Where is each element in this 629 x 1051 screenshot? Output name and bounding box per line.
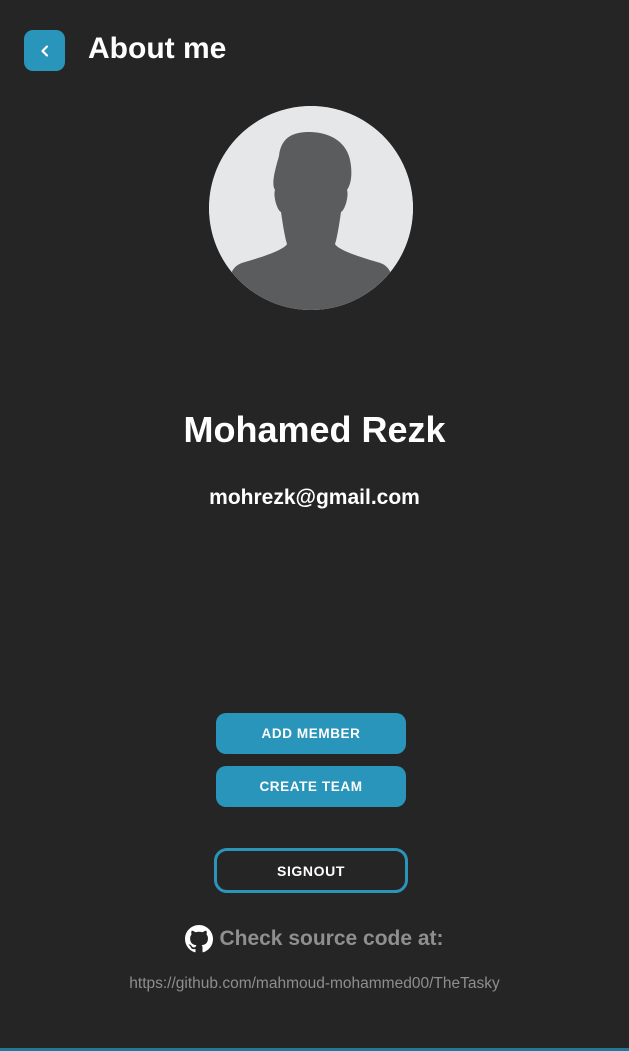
about-me-screen: About me Mohamed Rezk mohrezk@gmail.com … <box>0 0 629 1051</box>
signout-button[interactable]: SIGNOUT <box>214 848 408 893</box>
header: About me <box>24 30 226 71</box>
source-code-label: Check source code at: <box>219 927 444 950</box>
repo-link[interactable]: https://github.com/mahmoud-mohammed00/Th… <box>0 975 629 993</box>
add-member-button[interactable]: ADD MEMBER <box>216 713 406 754</box>
github-icon <box>185 925 214 953</box>
create-team-button[interactable]: CREATE TEAM <box>216 766 406 807</box>
default-user-avatar-icon <box>209 106 413 310</box>
source-code-row: Check source code at: <box>0 925 629 953</box>
user-email: mohrezk@gmail.com <box>209 486 420 509</box>
page-title: About me <box>88 31 227 65</box>
user-name: Mohamed Rezk <box>183 409 446 450</box>
avatar <box>209 106 413 310</box>
chevron-left-icon <box>40 44 48 57</box>
back-button[interactable] <box>24 30 65 71</box>
